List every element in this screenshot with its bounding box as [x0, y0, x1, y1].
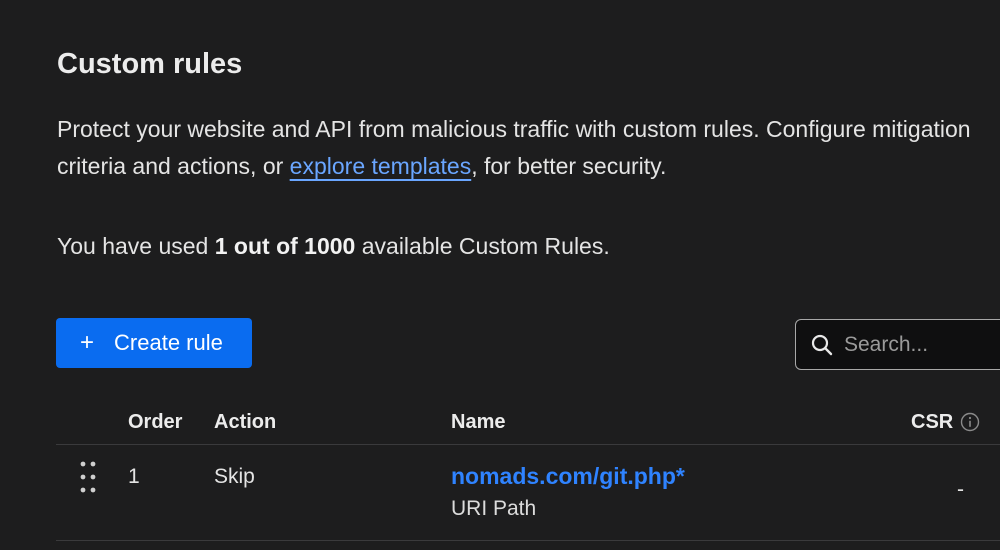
- row-action: Skip: [214, 465, 255, 488]
- column-header-order[interactable]: Order: [128, 411, 182, 434]
- search-field[interactable]: [795, 319, 1000, 370]
- search-input[interactable]: [844, 332, 994, 357]
- table-header-divider: [56, 444, 1000, 445]
- rule-name-link[interactable]: nomads.com/git.php*: [451, 463, 685, 490]
- row-csr: -: [957, 478, 964, 501]
- page-title: Custom rules: [57, 48, 243, 80]
- drag-handle-icon[interactable]: [79, 460, 99, 494]
- usage-suffix: available Custom Rules.: [355, 233, 610, 259]
- page-description: Protect your website and API from malici…: [57, 111, 977, 185]
- usage-prefix: You have used: [57, 233, 215, 259]
- create-rule-button[interactable]: + Create rule: [56, 318, 252, 368]
- rule-field: URI Path: [451, 497, 537, 520]
- column-header-csr[interactable]: CSR: [911, 411, 953, 434]
- row-order: 1: [128, 465, 140, 488]
- plus-icon: +: [80, 329, 95, 356]
- column-header-name[interactable]: Name: [451, 411, 505, 434]
- search-icon: [811, 334, 833, 355]
- usage-count: 1 out of 1000: [214, 233, 356, 259]
- info-icon[interactable]: [960, 412, 980, 432]
- column-header-action[interactable]: Action: [214, 411, 276, 434]
- explore-templates-link[interactable]: explore templates: [290, 153, 472, 179]
- table-row-divider: [56, 540, 1000, 541]
- custom-rules-page: Custom rules Protect your website and AP…: [0, 0, 1000, 550]
- usage-summary: You have used 1 out of 1000 available Cu…: [57, 233, 610, 260]
- description-text-end: , for better security.: [471, 153, 667, 179]
- create-rule-label: Create rule: [114, 330, 223, 355]
